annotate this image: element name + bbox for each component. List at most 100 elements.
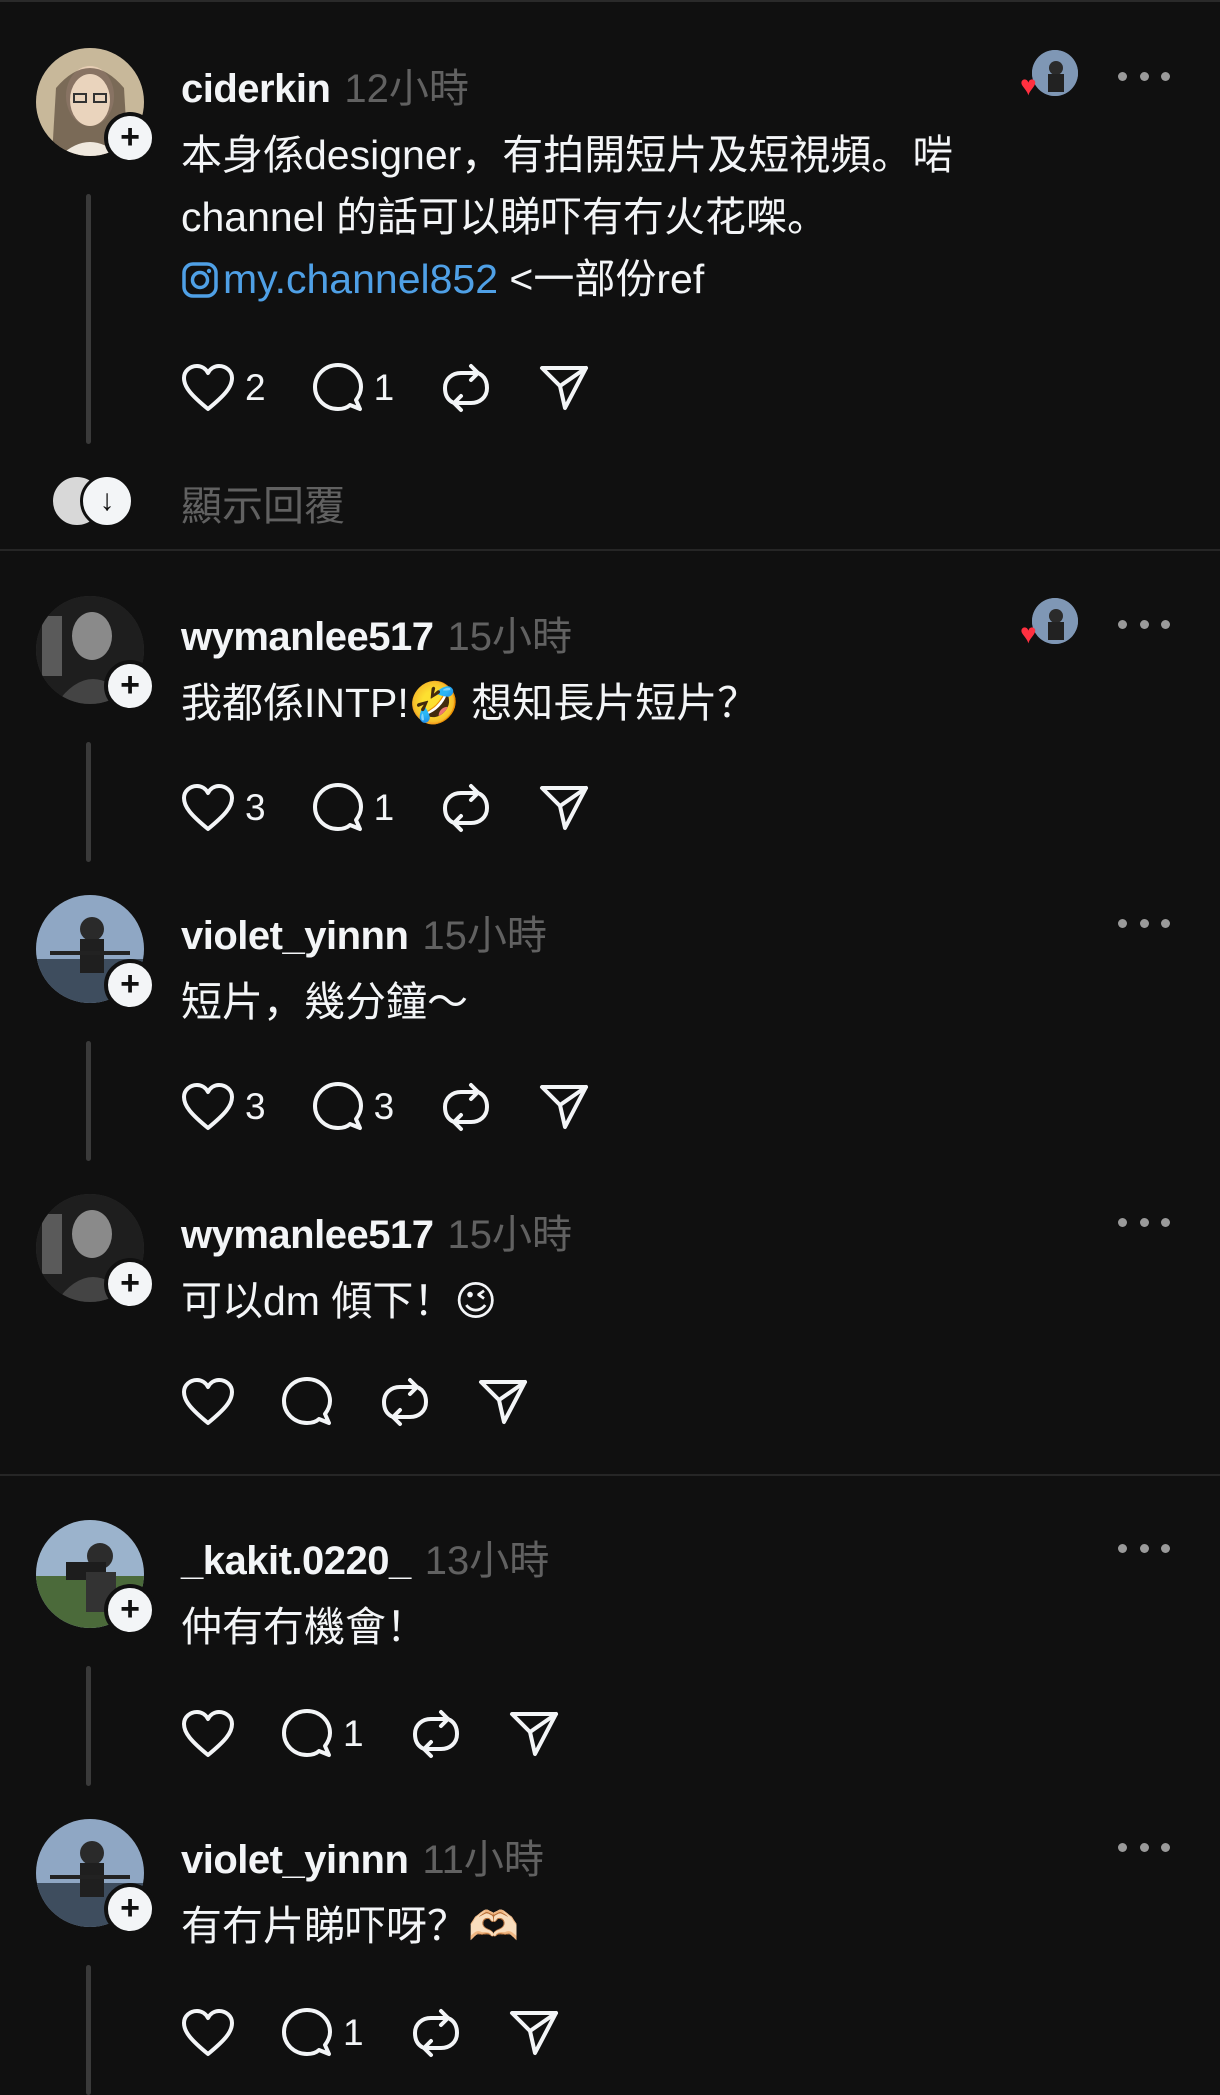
post-text: 本身係designer，有拍開短片及短視頻。啱 channel 的話可以睇吓有冇…: [181, 124, 1061, 310]
post-text-line: 本身係designer，有拍開短片及短視頻。啱: [181, 132, 954, 178]
show-replies-button[interactable]: ↓ 顯示回覆: [0, 466, 1220, 538]
reply-button[interactable]: 1: [281, 2007, 364, 2059]
action-bar: 3 3: [181, 1081, 636, 1133]
link-text: my.channel852: [223, 256, 499, 302]
instagram-link[interactable]: my.channel852: [181, 256, 498, 302]
reply-count: 1: [373, 367, 395, 408]
username[interactable]: wymanlee517: [181, 615, 434, 660]
reply-button[interactable]: 1: [312, 782, 395, 834]
follow-plus-icon[interactable]: +: [104, 1258, 156, 1310]
post-header: ciderkin 12小時: [181, 56, 469, 111]
reply-button[interactable]: 1: [312, 362, 395, 414]
more-icon[interactable]: [1118, 1538, 1170, 1558]
liker-avatar: [1032, 598, 1078, 644]
follow-plus-icon[interactable]: +: [104, 959, 156, 1011]
reply-button[interactable]: [281, 1376, 333, 1428]
avatar[interactable]: +: [36, 48, 156, 164]
avatar[interactable]: +: [36, 1194, 156, 1310]
like-button[interactable]: [181, 2008, 235, 2058]
repost-icon: [443, 1083, 490, 1131]
author-liked-badge: ♥: [1020, 598, 1082, 648]
post-text: 可以dm 傾下！😉: [181, 1278, 498, 1324]
share-button[interactable]: [538, 782, 590, 834]
action-bar: 1: [181, 2007, 606, 2059]
post-header: wymanlee517 15小時: [181, 604, 572, 659]
timestamp: 15小時: [447, 1213, 572, 1257]
more-icon[interactable]: [1118, 1837, 1170, 1857]
repost-icon: [381, 1378, 429, 1426]
timestamp: 15小時: [422, 914, 547, 958]
action-bar: 2 1: [181, 362, 636, 414]
timestamp: 13小時: [424, 1539, 550, 1583]
share-button[interactable]: [477, 1376, 529, 1428]
repost-button[interactable]: [410, 2007, 462, 2059]
reply-count: 1: [373, 787, 395, 828]
repost-button[interactable]: [379, 1376, 431, 1428]
post-header: violet_yinnn 11小時: [181, 1827, 544, 1882]
arrow-down-icon: ↓: [80, 474, 134, 528]
thread-line: [86, 1041, 91, 1161]
comment-icon: [312, 783, 363, 831]
username[interactable]: ciderkin: [181, 67, 331, 112]
post-header: _kakit.0220_ 13小時: [181, 1528, 549, 1583]
follow-plus-icon[interactable]: +: [104, 1883, 156, 1935]
repost-button[interactable]: [440, 1081, 492, 1133]
repost-button[interactable]: [410, 1708, 462, 1760]
like-button[interactable]: [181, 1709, 235, 1759]
timestamp: 11小時: [422, 1838, 544, 1882]
more-icon[interactable]: [1118, 66, 1170, 86]
follow-plus-icon[interactable]: +: [104, 1584, 156, 1636]
send-icon: [479, 1380, 527, 1424]
like-count: 2: [245, 367, 266, 408]
avatar[interactable]: +: [36, 596, 156, 712]
avatar[interactable]: +: [36, 1520, 156, 1636]
comment-icon: [282, 2008, 332, 2056]
like-button[interactable]: 2: [181, 363, 266, 413]
like-button[interactable]: 3: [181, 1082, 266, 1132]
more-icon[interactable]: [1118, 614, 1170, 634]
more-icon[interactable]: [1118, 913, 1170, 933]
repost-icon: [412, 1710, 459, 1758]
top-divider: [0, 0, 1220, 2]
avatar[interactable]: +: [36, 895, 156, 1011]
heart-icon: [182, 1378, 234, 1425]
like-button[interactable]: 3: [181, 783, 266, 833]
repost-button[interactable]: [440, 362, 492, 414]
username[interactable]: _kakit.0220_: [181, 1539, 411, 1584]
comment-icon: [312, 1082, 363, 1130]
author-liked-badge: ♥: [1020, 50, 1082, 100]
share-button[interactable]: [508, 1708, 560, 1760]
post-header: wymanlee517 15小時: [181, 1202, 572, 1257]
instagram-icon: [182, 262, 218, 298]
share-button[interactable]: [508, 2007, 560, 2059]
reply-button[interactable]: 3: [312, 1081, 394, 1133]
thread-line: [86, 742, 91, 862]
repost-icon: [443, 784, 490, 832]
username[interactable]: wymanlee517: [181, 1213, 434, 1258]
post-header: violet_yinnn 15小時: [181, 903, 547, 958]
send-icon: [540, 1085, 589, 1129]
post-text-line: channel 的話可以睇吓有冇火花㗎。: [181, 194, 829, 240]
thread-line: [86, 1666, 91, 1786]
avatar[interactable]: +: [36, 1819, 156, 1935]
thread-line: [86, 194, 91, 444]
share-button[interactable]: [538, 1081, 590, 1133]
more-icon[interactable]: [1118, 1212, 1170, 1232]
follow-plus-icon[interactable]: +: [104, 660, 156, 712]
reply-button[interactable]: 1: [281, 1708, 364, 1760]
like-count: 3: [245, 787, 266, 828]
follow-plus-icon[interactable]: +: [104, 112, 156, 164]
like-button[interactable]: [181, 1377, 235, 1427]
username[interactable]: violet_yinnn: [181, 914, 409, 959]
send-icon: [509, 1712, 558, 1756]
share-button[interactable]: [538, 362, 590, 414]
repost-button[interactable]: [440, 782, 492, 834]
username[interactable]: violet_yinnn: [181, 1838, 409, 1883]
send-icon: [540, 786, 589, 830]
heart-icon: [182, 364, 234, 411]
timestamp: 12小時: [344, 67, 469, 111]
repost-icon: [412, 2009, 459, 2057]
reply-count: 1: [343, 2012, 364, 2053]
action-bar: [181, 1376, 575, 1428]
reply-avatars: ↓: [50, 474, 134, 528]
